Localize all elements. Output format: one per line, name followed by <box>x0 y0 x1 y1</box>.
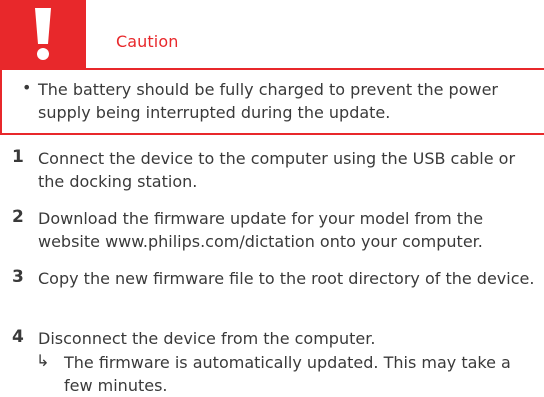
result-arrow-icon: ↳ <box>36 351 50 370</box>
caution-box: Caution • The battery should be fully ch… <box>0 0 544 135</box>
caution-divider-top <box>0 68 544 70</box>
step-number: 1 <box>12 147 24 167</box>
step-number: 2 <box>12 207 24 227</box>
caution-bullet: • <box>22 78 32 97</box>
step-text: Connect the device to the computer using… <box>38 149 516 191</box>
step-text: Copy the new firmware file to the root d… <box>38 269 535 288</box>
step-text: Download the firmware update for your mo… <box>38 209 484 251</box>
step-result-text: The firmware is automatically updated. T… <box>64 353 511 395</box>
caution-icon-block <box>0 0 86 68</box>
exclamation-icon <box>35 8 51 60</box>
caution-text: The battery should be fully charged to p… <box>38 80 498 122</box>
caution-title: Caution <box>116 32 179 51</box>
step-number: 4 <box>12 327 24 347</box>
caution-divider-left <box>0 68 2 135</box>
caution-divider-bottom <box>0 133 544 135</box>
step-text: Disconnect the device from the computer. <box>38 329 376 348</box>
step-number: 3 <box>12 267 24 287</box>
